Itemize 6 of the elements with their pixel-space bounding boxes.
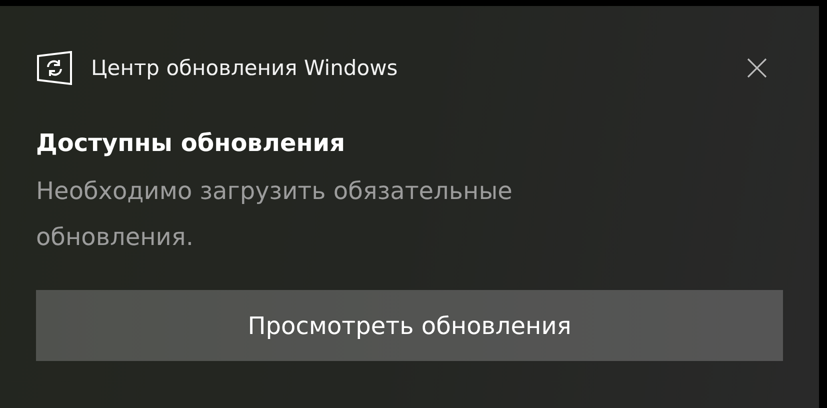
notification-message: Необходимо загрузить обязательные обновления. — [36, 176, 514, 253]
notification-title: Доступны обновления — [36, 128, 346, 159]
app-name: Центр обновления Windows — [91, 56, 398, 80]
view-updates-button[interactable]: Просмотреть обновления — [36, 290, 783, 361]
close-icon[interactable] — [747, 58, 767, 78]
refresh-window-icon — [36, 51, 74, 85]
